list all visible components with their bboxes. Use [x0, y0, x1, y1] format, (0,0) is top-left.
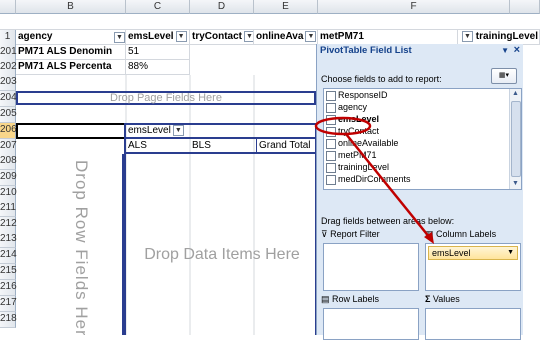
annotation-overlay	[314, 116, 434, 244]
highlight-ellipse	[314, 116, 372, 136]
annotation-arrow	[345, 133, 431, 239]
